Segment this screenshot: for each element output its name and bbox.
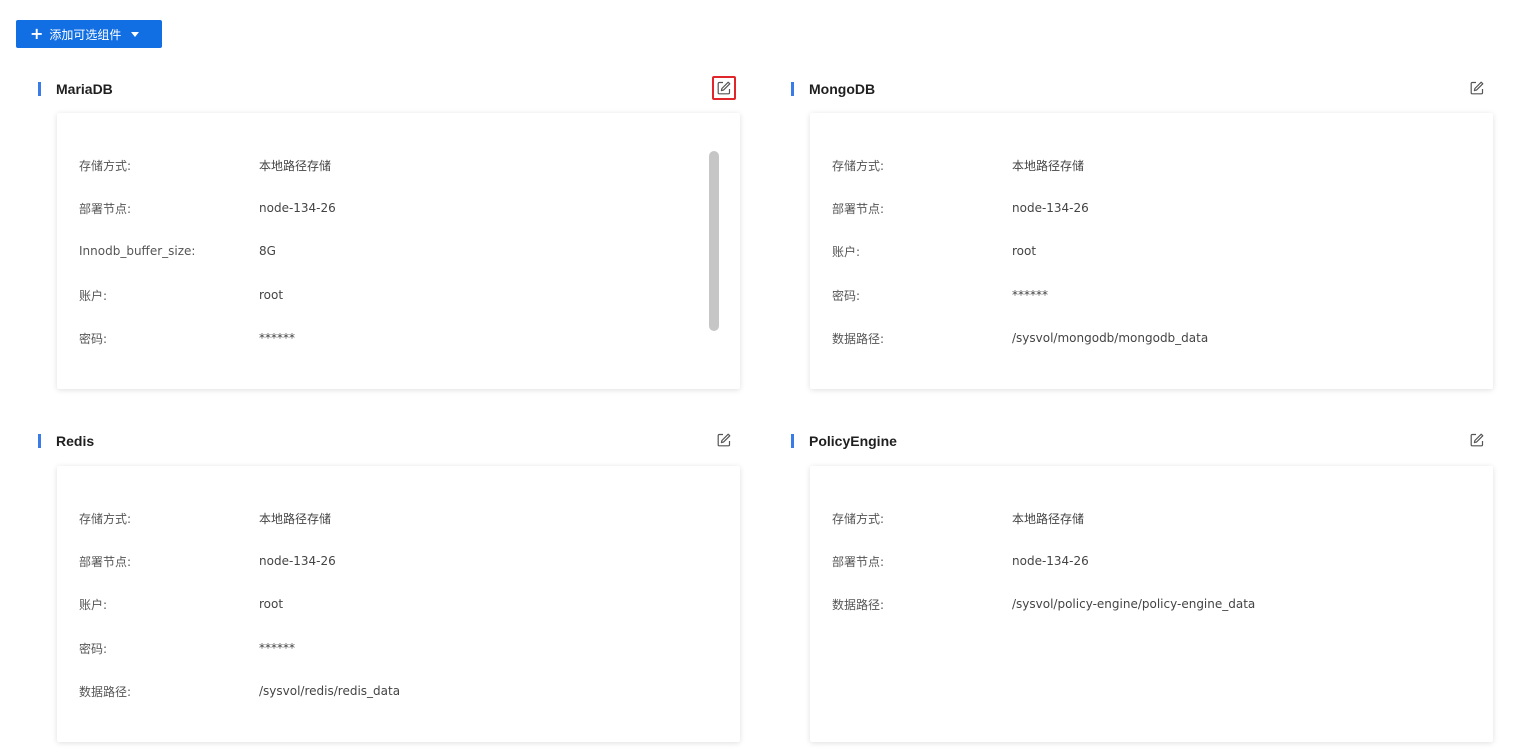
field-row: Innodb_buffer_size: 8G [79,242,276,260]
field-label: 部署节点: [832,201,885,216]
field-label: 数据路径: [79,684,132,699]
field-row: 存储方式: 本地路径存储 [79,156,331,174]
field-row: 部署节点: node-134-26 [832,552,1089,570]
mongodb-card: 存储方式: 本地路径存储 部署节点: node-134-26 账户: root … [810,113,1493,389]
field-row: 存储方式: 本地路径存储 [832,156,1084,174]
edit-redis-button[interactable] [712,428,736,452]
field-value: 本地路径存储 [1012,158,1085,173]
field-value: /sysvol/mongodb/mongodb_data [1012,331,1209,345]
card-scrollbar[interactable] [709,151,719,331]
field-label: Innodb_buffer_size: [79,244,196,258]
field-label: 存储方式: [832,511,885,526]
section-title: MariaDB [56,81,113,97]
redis-card: 存储方式: 本地路径存储 部署节点: node-134-26 账户: root … [57,466,740,742]
add-optional-component-label: 添加可选组件 [49,27,122,42]
field-row: 账户: root [79,286,283,304]
field-label: 存储方式: [832,158,885,173]
field-label: 密码: [79,641,108,656]
field-value: node-134-26 [259,554,336,568]
section-accent-bar [791,434,794,448]
field-row: 存储方式: 本地路径存储 [832,509,1084,527]
add-optional-component-button[interactable]: + 添加可选组件 [16,20,162,48]
field-label: 存储方式: [79,511,132,526]
section-header: MongoDB [791,79,875,99]
field-row: 账户: root [832,242,1036,260]
field-value: node-134-26 [259,201,336,215]
section-accent-bar [791,82,794,96]
policyengine-card: 存储方式: 本地路径存储 部署节点: node-134-26 数据路径: /sy… [810,466,1493,742]
field-row: 密码: ****** [832,286,1048,304]
edit-icon [1470,81,1484,95]
field-row: 数据路径: /sysvol/redis/redis_data [79,682,400,700]
plus-icon: + [30,24,44,43]
field-label: 密码: [832,288,861,303]
section-title: Redis [56,433,95,449]
field-label: 账户: [79,288,108,303]
field-value: node-134-26 [1012,554,1089,568]
section-mongodb: MongoDB 存储方式: 本地路径存储 部署节点: node-134-26 账… [791,79,1495,391]
field-value: root [1012,244,1037,258]
field-label: 数据路径: [832,597,885,612]
field-label: 部署节点: [79,554,132,569]
section-title: MongoDB [809,81,876,97]
section-redis: Redis 存储方式: 本地路径存储 部署节点: node-134-26 账户:… [38,431,742,743]
field-label: 部署节点: [79,201,132,216]
field-value: node-134-26 [1012,201,1089,215]
field-row: 密码: ****** [79,329,295,347]
field-label: 密码: [79,331,108,346]
edit-icon [717,433,731,447]
field-value: root [259,288,284,302]
field-row: 部署节点: node-134-26 [79,199,336,217]
caret-down-icon [131,32,140,37]
field-row: 部署节点: node-134-26 [79,552,336,570]
field-label: 账户: [79,597,108,612]
field-label: 数据路径: [832,331,885,346]
field-row: 数据路径: /sysvol/mongodb/mongodb_data [832,329,1208,347]
field-value: 本地路径存储 [259,158,332,173]
field-value: /sysvol/redis/redis_data [259,684,401,698]
field-value: root [259,597,284,611]
section-header: Redis [38,431,94,451]
field-value: ****** [259,331,295,345]
field-row: 密码: ****** [79,639,295,657]
field-value: ****** [259,641,295,655]
field-row: 账户: root [79,595,283,613]
section-mariadb: MariaDB 存储方式: 本地路径存储 部署节点: node-134-26 I… [38,76,742,391]
section-header: MariaDB [38,79,113,99]
field-label: 部署节点: [832,554,885,569]
edit-mongodb-button[interactable] [1465,76,1489,100]
section-title: PolicyEngine [809,433,897,449]
section-accent-bar [38,434,41,448]
edit-mariadb-button[interactable] [712,76,736,100]
field-label: 账户: [832,244,861,259]
edit-icon [1470,433,1484,447]
field-value: ****** [1012,288,1048,302]
section-header: PolicyEngine [791,431,897,451]
section-accent-bar [38,82,41,96]
field-value: 本地路径存储 [1012,511,1085,526]
edit-policyengine-button[interactable] [1465,428,1489,452]
field-value: 8G [259,244,276,258]
field-value: 本地路径存储 [259,511,332,526]
field-row: 存储方式: 本地路径存储 [79,509,331,527]
field-value: /sysvol/policy-engine/policy-engine_data [1012,597,1256,611]
section-policyengine: PolicyEngine 存储方式: 本地路径存储 部署节点: node-134… [791,431,1495,743]
mariadb-card: 存储方式: 本地路径存储 部署节点: node-134-26 Innodb_bu… [57,113,740,389]
field-row: 部署节点: node-134-26 [832,199,1089,217]
field-row: 数据路径: /sysvol/policy-engine/policy-engin… [832,595,1255,613]
edit-icon [717,81,731,95]
field-label: 存储方式: [79,158,132,173]
